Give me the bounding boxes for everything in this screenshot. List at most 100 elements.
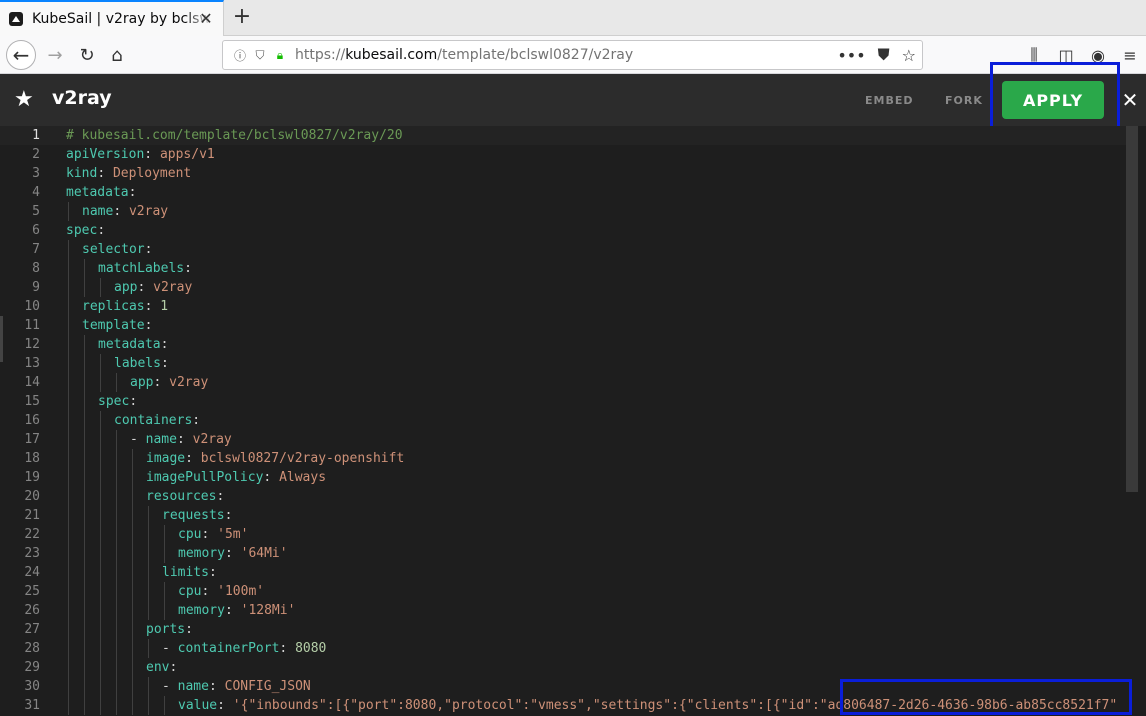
code-text: - containerPort: 8080 bbox=[162, 639, 326, 658]
code-line[interactable]: 27 ports: bbox=[0, 620, 1130, 639]
code-line[interactable]: 13 labels: bbox=[0, 354, 1130, 373]
code-line[interactable]: 26 memory: '128Mi' bbox=[0, 601, 1130, 620]
indent-guide bbox=[84, 468, 85, 487]
lock-icon[interactable]: 🔒︎ bbox=[273, 48, 287, 62]
line-number: 26 bbox=[24, 603, 40, 618]
browser-tab[interactable]: KubeSail | v2ray by bclswl0827 ✕ bbox=[0, 0, 224, 36]
code-line[interactable]: 10 replicas: 1 bbox=[0, 297, 1130, 316]
sidebar-icon[interactable]: ◫ bbox=[1050, 40, 1082, 70]
code-line[interactable]: 18 image: bclswl0827/v2ray-openshift bbox=[0, 449, 1130, 468]
code-text: containers: bbox=[114, 411, 200, 430]
code-token: : bbox=[208, 679, 225, 694]
indent-guide bbox=[84, 373, 85, 392]
code-text: env: bbox=[146, 658, 177, 677]
code-token: : bbox=[113, 204, 129, 219]
indent-guide bbox=[116, 658, 117, 677]
indent-guide bbox=[148, 639, 149, 658]
code-line[interactable]: 15 spec: bbox=[0, 392, 1130, 411]
code-token: value bbox=[178, 698, 218, 713]
code-line[interactable]: 29 env: bbox=[0, 658, 1130, 677]
indent-guide bbox=[84, 563, 85, 582]
url-bar[interactable]: ⓘ ⛉ 🔒︎ https://kubesail.com/template/bcl… bbox=[222, 40, 923, 70]
code-token: : bbox=[97, 166, 113, 181]
indent-guide bbox=[68, 487, 69, 506]
code-text: spec: bbox=[98, 392, 137, 411]
indent-guide bbox=[164, 582, 165, 601]
code-line[interactable]: 8 matchLabels: bbox=[0, 259, 1130, 278]
apply-button[interactable]: APPLY bbox=[1002, 81, 1104, 119]
indent-guide bbox=[84, 582, 85, 601]
code-line[interactable]: 12 metadata: bbox=[0, 335, 1130, 354]
account-icon[interactable]: ◉ bbox=[1082, 40, 1114, 70]
shield-icon[interactable]: ⛉ bbox=[253, 48, 267, 62]
code-line[interactable]: 22 cpu: '5m' bbox=[0, 525, 1130, 544]
code-token: : bbox=[153, 375, 170, 390]
code-line[interactable]: 30 - name: CONFIG_JSON bbox=[0, 677, 1130, 696]
indent-guide bbox=[100, 544, 101, 563]
bookmark-star-icon[interactable]: ☆ bbox=[902, 46, 916, 65]
home-icon[interactable]: ⌂ bbox=[102, 40, 132, 70]
code-line[interactable]: 17 - name: v2ray bbox=[0, 430, 1130, 449]
new-tab-plus-icon[interactable]: + bbox=[230, 4, 254, 30]
code-token: : bbox=[224, 603, 241, 618]
code-token: : bbox=[97, 223, 106, 238]
code-text: spec: bbox=[66, 221, 105, 240]
code-line[interactable]: 4 metadata: bbox=[0, 183, 1130, 202]
back-arrow-icon[interactable]: ← bbox=[6, 40, 36, 70]
code-token: app bbox=[130, 375, 154, 390]
code-line[interactable]: 1 # kubesail.com/template/bclswl0827/v2ra… bbox=[0, 126, 1130, 145]
code-line[interactable]: 28 - containerPort: 8080 bbox=[0, 639, 1130, 658]
reload-icon[interactable]: ↻ bbox=[72, 40, 102, 70]
code-text: name: v2ray bbox=[82, 202, 168, 221]
code-text: memory: '128Mi' bbox=[178, 601, 295, 620]
code-token: cpu bbox=[178, 584, 202, 599]
forward-arrow-icon[interactable]: → bbox=[40, 40, 70, 70]
code-token: : bbox=[128, 185, 137, 200]
line-number: 3 bbox=[32, 166, 40, 181]
code-line[interactable]: 7 selector: bbox=[0, 240, 1130, 259]
code-editor[interactable]: 1 # kubesail.com/template/bclswl0827/v2ra… bbox=[0, 126, 1146, 716]
menu-hamburger-icon[interactable]: ≡ bbox=[1114, 40, 1146, 70]
code-line[interactable]: 9 app: v2ray bbox=[0, 278, 1130, 297]
library-icon[interactable]: ⫼ bbox=[1018, 40, 1050, 70]
indent-guide bbox=[68, 601, 69, 620]
tab-close-icon[interactable]: ✕ bbox=[197, 10, 215, 28]
code-line[interactable]: 3 kind: Deployment bbox=[0, 164, 1130, 183]
pocket-icon[interactable]: ⛊ bbox=[878, 45, 890, 65]
info-icon[interactable]: ⓘ bbox=[233, 48, 247, 63]
code-text: image: bclswl0827/v2ray-openshift bbox=[146, 449, 404, 468]
indent-guide bbox=[132, 620, 133, 639]
code-line[interactable]: 25 cpu: '100m' bbox=[0, 582, 1130, 601]
indent-guide bbox=[100, 582, 101, 601]
code-line[interactable]: 24 limits: bbox=[0, 563, 1130, 582]
code-line[interactable]: 21 requests: bbox=[0, 506, 1130, 525]
code-line[interactable]: 16 containers: bbox=[0, 411, 1130, 430]
code-line[interactable]: 20 resources: bbox=[0, 487, 1130, 506]
code-line[interactable]: 6 spec: bbox=[0, 221, 1130, 240]
line-number: 8 bbox=[32, 261, 40, 276]
fork-button[interactable]: FORK bbox=[945, 94, 983, 107]
code-token: app bbox=[114, 280, 138, 295]
code-line[interactable]: 5 name: v2ray bbox=[0, 202, 1130, 221]
code-line[interactable]: 2 apiVersion: apps/v1 bbox=[0, 145, 1130, 164]
embed-button[interactable]: EMBED bbox=[865, 94, 914, 107]
page-actions-icon[interactable]: ••• bbox=[837, 46, 865, 65]
line-number: 6 bbox=[32, 223, 40, 238]
editor-scrollbar-thumb[interactable] bbox=[1126, 126, 1138, 492]
code-line[interactable]: 31 value: '{"inbounds":[{"port":8080,"pro… bbox=[0, 696, 1130, 715]
indent-guide bbox=[68, 297, 69, 316]
code-line[interactable]: 23 memory: '64Mi' bbox=[0, 544, 1130, 563]
code-token: : bbox=[144, 242, 153, 257]
close-icon[interactable]: ✕ bbox=[1121, 86, 1139, 114]
code-token: bclswl0827/v2ray-openshift bbox=[200, 451, 405, 466]
code-line[interactable]: 14 app: v2ray bbox=[0, 373, 1130, 392]
code-token: : bbox=[208, 565, 217, 580]
code-token: : bbox=[263, 470, 280, 485]
code-text: limits: bbox=[162, 563, 217, 582]
code-line[interactable]: 11 template: bbox=[0, 316, 1130, 335]
code-line[interactable]: 19 imagePullPolicy: Always bbox=[0, 468, 1130, 487]
indent-guide bbox=[84, 392, 85, 411]
star-icon[interactable]: ★ bbox=[14, 88, 38, 112]
indent-guide bbox=[84, 544, 85, 563]
indent-guide bbox=[116, 696, 117, 715]
